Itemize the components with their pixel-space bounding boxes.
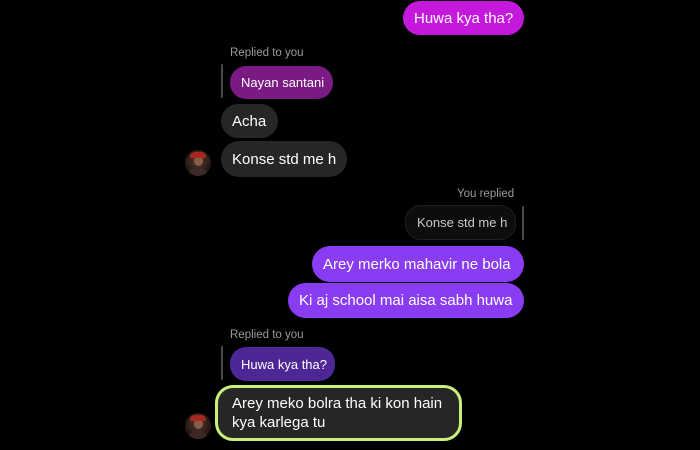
contact-avatar[interactable] [185,413,211,439]
quoted-message[interactable]: Huwa kya tha? [230,347,335,381]
reply-quote-bar [221,346,223,380]
received-message-bubble[interactable]: Konse std me h [221,141,347,177]
reply-quote-bar [522,206,524,240]
quoted-message[interactable]: Konse std me h [405,205,516,240]
reply-label: Replied to you [230,329,304,341]
highlighted-received-message[interactable]: Arey meko bolra tha ki kon hain kya karl… [215,385,462,441]
quoted-message[interactable]: Nayan santani [230,66,333,99]
reply-label: You replied [457,188,515,200]
chat-thread: Huwa kya tha? Replied to you Nayan santa… [0,0,700,450]
sent-message-bubble[interactable]: Huwa kya tha? [403,1,524,35]
reply-quote-bar [221,64,223,98]
sent-message-bubble[interactable]: Ki aj school mai aisa sabh huwa [288,283,524,318]
received-message-bubble[interactable]: Acha [221,104,278,138]
sent-message-bubble[interactable]: Arey merko mahavir ne bola [312,246,524,282]
contact-avatar[interactable] [185,150,211,176]
reply-label: Replied to you [230,47,304,59]
